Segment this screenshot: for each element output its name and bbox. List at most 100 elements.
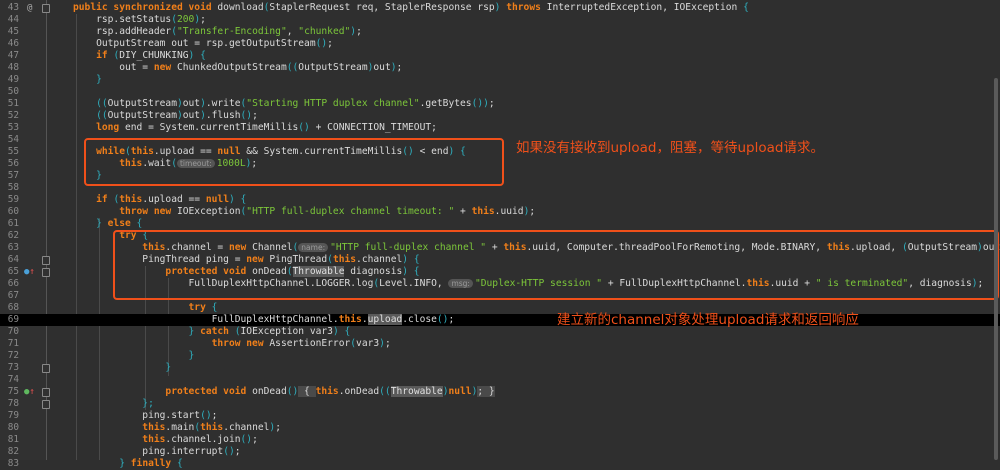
code-text: try {	[73, 302, 218, 314]
fold-marker-icon[interactable]	[42, 364, 50, 373]
code-token: .main	[165, 422, 195, 433]
code-token: StaplerRequest req, StaplerResponse rsp	[269, 2, 495, 13]
folded-region[interactable]: {	[298, 386, 316, 397]
code-line-75[interactable]: 75 protected void onDead() { this.onDead…	[0, 386, 1000, 398]
code-line-60[interactable]: 60 throw new IOException("HTTP full-dupl…	[0, 206, 1000, 218]
code-token: ;	[529, 206, 536, 217]
code-text: rsp.addHeader("Transfer-Encoding", "chun…	[73, 26, 362, 38]
code-line-52[interactable]: 52 ((OutputStream)out).flush();	[0, 110, 1000, 122]
annotation-box-channel	[113, 230, 999, 300]
code-token: .channel	[223, 422, 270, 433]
line-number: 71	[7, 338, 19, 349]
line-number: 73	[7, 362, 19, 373]
line-number: 55	[7, 146, 19, 157]
code-token: out	[182, 98, 201, 109]
code-token: var3	[356, 338, 380, 349]
code-line-48[interactable]: 48 out = new ChunkedOutputStream((Output…	[0, 62, 1000, 74]
keyword-token: this	[200, 422, 224, 433]
override-marker-icon[interactable]: @	[27, 2, 32, 14]
code-line-74[interactable]: 74	[0, 374, 1000, 386]
code-line-49[interactable]: 49 }	[0, 74, 1000, 86]
highlighted-token: Throwable	[390, 386, 443, 397]
code-line-50[interactable]: 50	[0, 86, 1000, 98]
punctuation-token: {	[743, 2, 749, 13]
punctuation-token: {	[136, 218, 143, 229]
fold-marker-icon[interactable]	[42, 400, 50, 409]
code-line-45[interactable]: 45 rsp.addHeader("Transfer-Encoding", "c…	[0, 26, 1000, 38]
punctuation-token: ()	[240, 110, 253, 121]
code-line-51[interactable]: 51 ((OutputStream)out).write("Starting H…	[0, 98, 1000, 110]
line-number: 70	[7, 326, 19, 337]
code-token: out	[373, 62, 391, 73]
punctuation-token: ()	[200, 410, 212, 421]
line-number: 60	[7, 206, 19, 217]
line-number: 61	[7, 218, 19, 229]
keyword-token: throw new	[73, 338, 270, 349]
code-line-82[interactable]: 82 ping.interrupt();	[0, 446, 1000, 458]
code-text: public synchronized void download(Staple…	[73, 2, 749, 14]
implements-up-arrow-icon[interactable]: ●↑	[24, 386, 35, 398]
code-line-80[interactable]: 80 this.main(this.channel);	[0, 422, 1000, 434]
line-number: 78	[7, 398, 19, 409]
punctuation-token: ()	[436, 314, 449, 325]
code-token: rsp.addHeader	[73, 26, 172, 37]
punctuation-token: }	[73, 218, 108, 229]
line-number: 51	[7, 98, 19, 109]
punctuation-token: ())	[471, 98, 489, 109]
punctuation-token: ((	[73, 110, 108, 121]
code-line-81[interactable]: 81 this.channel.join();	[0, 434, 1000, 446]
code-line-46[interactable]: 46 OutputStream out = rsp.getOutputStrea…	[0, 38, 1000, 50]
line-number: 56	[7, 158, 19, 169]
keyword-token: long	[73, 122, 125, 133]
code-text: ((OutputStream)out).write("Starting HTTP…	[73, 98, 495, 110]
expand-fold-icon[interactable]	[42, 388, 50, 397]
fold-marker-icon[interactable]	[42, 256, 50, 265]
punctuation-token: }	[73, 350, 195, 361]
line-number: 45	[7, 26, 19, 37]
code-line-61[interactable]: 61 } else {	[0, 218, 1000, 230]
fold-marker-icon[interactable]	[42, 268, 50, 277]
code-line-59[interactable]: 59 if (this.upload == null) {	[0, 194, 1000, 206]
string-token: "Starting HTTP duplex channel"	[246, 98, 420, 109]
code-line-43[interactable]: 43 public synchronized void download(Stap…	[0, 2, 1000, 14]
code-text: };	[73, 398, 154, 410]
keyword-token: throw new	[73, 206, 177, 217]
punctuation-token: ) {	[188, 50, 206, 61]
code-text: out = new ChunkedOutputStream((OutputStr…	[73, 62, 402, 74]
code-line-72[interactable]: 72 }	[0, 350, 1000, 362]
line-number: 74	[7, 374, 19, 385]
code-text: throw new AssertionError(var3);	[73, 338, 391, 350]
code-token: download	[217, 2, 264, 13]
code-line-44[interactable]: 44 rsp.setStatus(200);	[0, 14, 1000, 26]
code-line-78[interactable]: 78 };	[0, 398, 1000, 410]
code-text: if (DIY_CHUNKING) {	[73, 50, 206, 62]
keyword-token: this	[338, 314, 362, 325]
code-text: }	[73, 74, 102, 86]
line-number: 59	[7, 194, 19, 205]
code-line-73[interactable]: 73 }	[0, 362, 1000, 374]
override-up-arrow-icon[interactable]: ●↑	[24, 266, 35, 278]
code-text: FullDuplexHttpChannel.this.upload.close(…	[73, 314, 454, 326]
code-line-79[interactable]: 79 ping.start();	[0, 410, 1000, 422]
code-line-71[interactable]: 71 throw new AssertionError(var3);	[0, 338, 1000, 350]
folded-region[interactable]: ; }	[477, 386, 495, 397]
keyword-token: else	[107, 218, 137, 229]
line-number: 47	[7, 50, 19, 61]
line-number: 48	[7, 62, 19, 73]
code-token: .onDead	[338, 386, 380, 397]
punctuation-token: ((	[379, 386, 391, 397]
code-token: out	[182, 110, 201, 121]
code-line-47[interactable]: 47 if (DIY_CHUNKING) {	[0, 50, 1000, 62]
code-token: .write	[205, 98, 241, 109]
code-line-53[interactable]: 53 long end = System.currentTimeMillis()…	[0, 122, 1000, 134]
code-token: AssertionError	[269, 338, 351, 349]
code-token: onDead	[252, 386, 287, 397]
code-token: OutputStream	[107, 98, 177, 109]
code-token: ;	[211, 410, 218, 421]
line-number: 43	[7, 2, 19, 13]
line-number: 65	[7, 266, 19, 277]
vertical-scrollbar[interactable]	[994, 78, 998, 460]
code-token: rsp.setStatus	[73, 14, 172, 25]
line-number: 66	[7, 278, 19, 289]
fold-marker-icon[interactable]	[42, 4, 50, 13]
